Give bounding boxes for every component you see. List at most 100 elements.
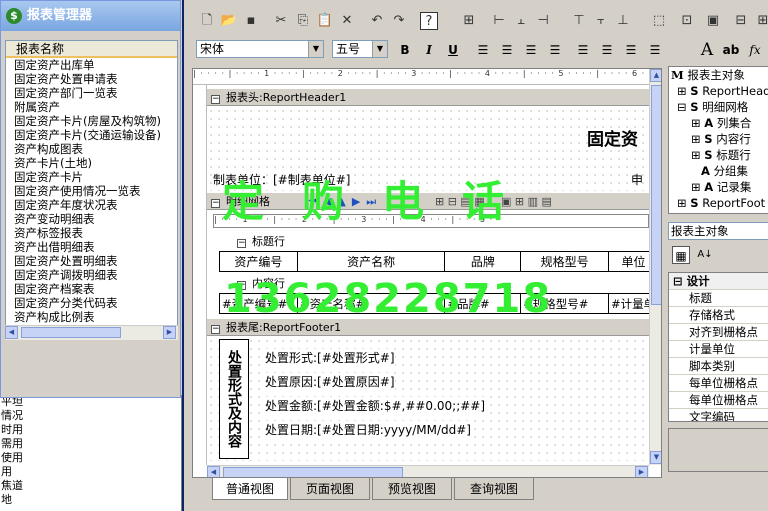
collapse-icon[interactable]: − bbox=[237, 281, 246, 290]
list-item[interactable]: 需用 bbox=[0, 437, 181, 451]
list-item[interactable]: 附属资产 bbox=[6, 100, 177, 114]
list-item[interactable]: 固定资产部门一览表 bbox=[6, 86, 177, 100]
table-cell[interactable]: #品牌# bbox=[444, 293, 522, 314]
table-cell[interactable]: #资产编号# bbox=[219, 293, 298, 314]
list-item[interactable]: 资产卡片(土地) bbox=[6, 156, 177, 170]
sort-alpha-icon[interactable]: A↓ bbox=[696, 246, 714, 264]
scroll-right-icon[interactable]: ▶ bbox=[163, 326, 176, 339]
tab-normal-view[interactable]: 普通视图 bbox=[212, 478, 288, 500]
table-cell[interactable]: #规格型号# bbox=[520, 293, 609, 314]
text-align-left-icon[interactable]: ☰ bbox=[474, 41, 492, 59]
align-top-icon[interactable]: ⊤ bbox=[570, 12, 588, 30]
collapse-icon[interactable]: − bbox=[211, 199, 220, 208]
list-item[interactable]: 固定资产处置明细表 bbox=[6, 254, 177, 268]
copy-icon[interactable]: ⎘ bbox=[294, 12, 312, 30]
same-height-icon[interactable]: ⊡ bbox=[678, 12, 696, 30]
title-row-band[interactable]: − 标题行 bbox=[207, 233, 661, 250]
property-row[interactable]: 计量单位 bbox=[669, 341, 768, 358]
tree-item[interactable]: ⊞ A 列集合 bbox=[691, 116, 751, 131]
font-small-icon[interactable]: ab bbox=[722, 41, 740, 59]
maker-field[interactable]: 制表单位：[#制表单位#] bbox=[213, 171, 350, 188]
save-icon[interactable]: ▪ bbox=[242, 12, 260, 30]
tree-root[interactable]: M 报表主对象 bbox=[671, 68, 745, 83]
property-row[interactable]: 文字编码 bbox=[669, 409, 768, 421]
help-icon[interactable]: ? bbox=[420, 12, 438, 30]
list-item[interactable]: 固定资产处置申请表 bbox=[6, 72, 177, 86]
delete-icon[interactable]: ✕ bbox=[338, 12, 356, 30]
list-item[interactable]: 地 bbox=[0, 493, 181, 507]
font-name-select[interactable]: 宋体 ▼ bbox=[196, 40, 324, 58]
detail-grid-band[interactable]: − 明细网格 ⏮◀▲▶⏭ ⊞ ⊟ ▤ ▦ ▣ ⊞ ▥ ▤ bbox=[207, 193, 661, 210]
italic-button[interactable]: I bbox=[420, 41, 438, 59]
scroll-right-icon[interactable]: ▶ bbox=[635, 466, 648, 477]
grid-tool-icon[interactable]: ⊞ ⊟ ▤ ▦ bbox=[435, 193, 485, 210]
text-vmiddle-icon[interactable]: ☰ bbox=[598, 41, 616, 59]
same-width-icon[interactable]: ⬚ bbox=[650, 12, 668, 30]
property-row[interactable]: 每单位栅格点 bbox=[669, 392, 768, 409]
property-row[interactable]: 脚本类别 bbox=[669, 358, 768, 375]
list-item[interactable]: 固定资产调拨明细表 bbox=[6, 268, 177, 282]
list-item[interactable]: 资产标签报表 bbox=[6, 226, 177, 240]
scroll-thumb[interactable] bbox=[651, 85, 661, 305]
tree-item[interactable]: ⊞ S 标题行 bbox=[691, 148, 751, 163]
font-size-select[interactable]: 五号 ▼ bbox=[332, 40, 388, 58]
list-item[interactable]: 固定资产卡片(交通运输设备) bbox=[6, 128, 177, 142]
align-grid-icon[interactable]: ⊞ bbox=[460, 12, 478, 30]
function-icon[interactable]: fx bbox=[746, 41, 764, 59]
report-list[interactable]: 报表名称 固定资产出库单 固定资产处置申请表 固定资产部门一览表 附属资产 固定… bbox=[5, 40, 178, 340]
content-row-table[interactable]: #资产编号# #资产名称# #品牌# #规格型号# #计量单 bbox=[219, 293, 659, 314]
footer-field[interactable]: 处置金额:[#处置金额:$#,##0.00;;##] bbox=[265, 397, 486, 414]
list-item[interactable]: 固定资产卡片(房屋及构筑物) bbox=[6, 114, 177, 128]
column-header[interactable]: 规格型号 bbox=[520, 251, 610, 272]
list-item[interactable]: 资产构成图表 bbox=[6, 142, 177, 156]
underline-button[interactable]: U bbox=[444, 41, 462, 59]
list-item[interactable]: 资产变动明细表 bbox=[6, 212, 177, 226]
open-folder-icon[interactable]: 📂 bbox=[220, 12, 238, 30]
footer-field[interactable]: 处置原因:[#处置原因#] bbox=[265, 373, 395, 390]
align-center-icon[interactable]: ⫠ bbox=[512, 12, 530, 30]
tree-item[interactable]: ⊟ S 明细网格 bbox=[677, 100, 748, 115]
categorized-icon[interactable]: ▦ bbox=[672, 246, 690, 264]
table-cell[interactable]: #资产名称# bbox=[296, 293, 446, 314]
record-nav-icon[interactable]: ⏮◀▲▶⏭ bbox=[307, 193, 382, 210]
object-tree[interactable]: M 报表主对象 ⊞ S ReportHead ⊟ S 明细网格 ⊞ A 列集合 … bbox=[668, 66, 768, 214]
property-grid[interactable]: ⊟ 设计 标题 存储格式 对齐到栅格点 计量单位 脚本类别 每单位栅格点 每单位… bbox=[668, 272, 768, 422]
collapse-icon[interactable]: − bbox=[211, 325, 220, 334]
tree-item[interactable]: A 分组集 bbox=[701, 164, 748, 179]
report-design-canvas[interactable]: | · · · · | · · · · 1 · · · · | · · · · … bbox=[192, 68, 662, 478]
footer-field[interactable]: 处置日期:[#处置日期:yyyy/MM/dd#] bbox=[265, 421, 471, 438]
spacing-icon[interactable]: ⊟ bbox=[732, 12, 750, 30]
list-item[interactable]: 资产构成比例表 bbox=[6, 310, 177, 324]
property-row[interactable]: 每单位栅格点 bbox=[669, 375, 768, 392]
report-header-band[interactable]: − 报表头:ReportHeader1 bbox=[207, 89, 661, 106]
dialog-title-bar[interactable]: $ 报表管理器 bbox=[1, 1, 180, 31]
title-row-table[interactable]: 资产编号 资产名称 品牌 规格型号 单位 bbox=[219, 251, 659, 272]
align-bottom-icon[interactable]: ⊥ bbox=[614, 12, 632, 30]
scroll-thumb[interactable] bbox=[223, 467, 403, 477]
footer-field[interactable]: 处置形式:[#处置形式#] bbox=[265, 349, 395, 366]
collapse-icon[interactable]: − bbox=[211, 95, 220, 104]
column-header[interactable]: 资产编号 bbox=[219, 251, 298, 272]
text-align-right-icon[interactable]: ☰ bbox=[522, 41, 540, 59]
list-item[interactable]: 用 bbox=[0, 465, 181, 479]
text-align-center-icon[interactable]: ☰ bbox=[498, 41, 516, 59]
align-middle-icon[interactable]: ⫟ bbox=[592, 12, 610, 30]
scroll-up-icon[interactable]: ▲ bbox=[650, 69, 661, 82]
undo-icon[interactable]: ↶ bbox=[368, 12, 386, 30]
report-title[interactable]: 固定资 bbox=[587, 125, 638, 150]
collapse-icon[interactable]: − bbox=[237, 239, 246, 248]
align-left-icon[interactable]: ⊢ bbox=[490, 12, 508, 30]
tab-preview[interactable]: 预览视图 bbox=[372, 478, 452, 500]
scroll-left-icon[interactable]: ◀ bbox=[5, 326, 18, 339]
bold-button[interactable]: B bbox=[396, 41, 414, 59]
list-item[interactable]: 固定资产卡片 bbox=[6, 170, 177, 184]
list-item[interactable]: 固定资产年度状况表 bbox=[6, 198, 177, 212]
property-object-select[interactable]: 报表主对象 bbox=[668, 222, 768, 240]
list-item[interactable]: 时用 bbox=[0, 423, 181, 437]
tab-query-view[interactable]: 查询视图 bbox=[454, 478, 534, 500]
scroll-thumb[interactable] bbox=[21, 327, 121, 338]
column-header[interactable]: 品牌 bbox=[444, 251, 522, 272]
scroll-down-icon[interactable]: ▼ bbox=[650, 451, 661, 464]
text-top-icon[interactable]: ☰ bbox=[574, 41, 592, 59]
paste-icon[interactable]: 📋 bbox=[316, 12, 334, 30]
